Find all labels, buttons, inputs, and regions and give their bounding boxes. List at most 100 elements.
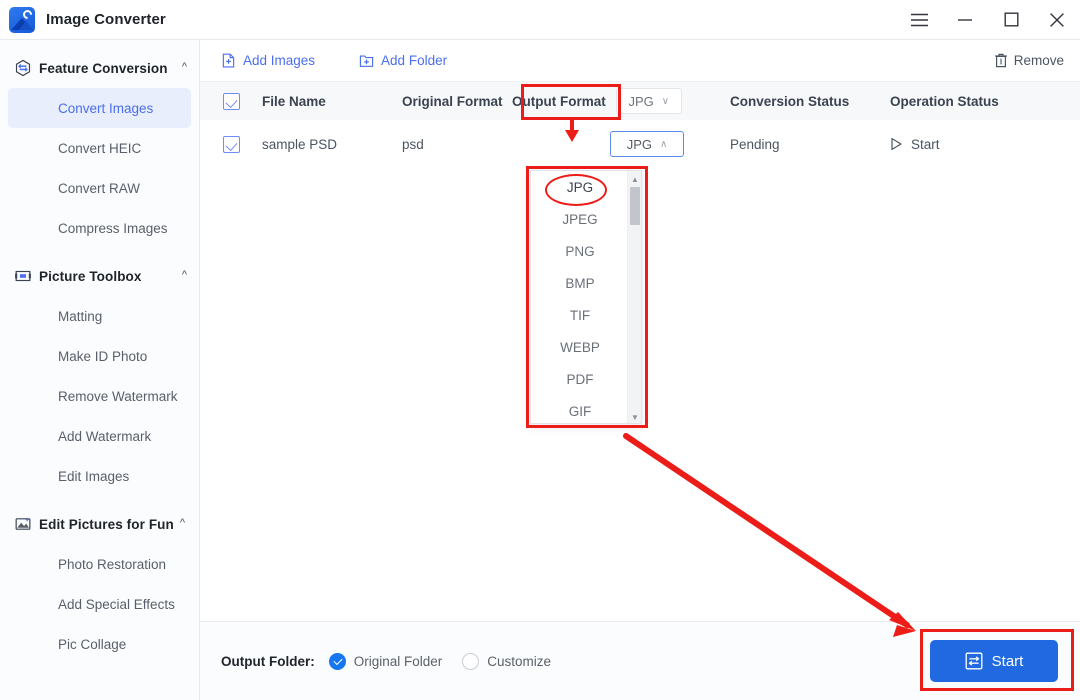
output-option-customize[interactable]: Customize (462, 652, 552, 670)
sidebar-item-label: Remove Watermark (58, 388, 178, 404)
column-header-conversion-status: Conversion Status (730, 93, 850, 109)
close-icon[interactable] (1034, 0, 1080, 40)
radio-selected-icon (328, 652, 346, 670)
sidebar-item-make-id-photo[interactable]: Make ID Photo (8, 336, 191, 376)
sidebar-item-label: Edit Images (58, 468, 130, 484)
sidebar-item-label: Add Special Effects (58, 596, 175, 612)
scrollbar-thumb[interactable] (630, 187, 640, 225)
minimize-icon[interactable] (942, 0, 988, 40)
sidebar-item-label: Add Watermark (58, 428, 152, 444)
table-row: sample PSD psd JPG ∧ Pending Start (200, 120, 1080, 168)
sidebar-group-label: Picture Toolbox (39, 268, 142, 284)
sidebar-item-label: Make ID Photo (58, 348, 148, 364)
image-converter-logo-icon (9, 6, 35, 33)
remove-label: Remove (1013, 53, 1064, 68)
select-all-checkbox[interactable] (200, 92, 262, 110)
title-bar: Image Converter (0, 0, 1080, 40)
chevron-up-icon: ∧ (659, 138, 668, 150)
start-button[interactable]: Start (930, 640, 1058, 682)
hamburger-menu-icon[interactable] (896, 0, 942, 40)
sidebar-item-matting[interactable]: Matting (8, 296, 191, 336)
scroll-up-arrow-icon[interactable]: ▲ (628, 172, 641, 186)
dropdown-option-jpg[interactable]: JPG (531, 171, 629, 203)
add-images-label: Add Images (243, 53, 316, 68)
sidebar-item-convert-raw[interactable]: Convert RAW (8, 168, 191, 208)
magic-photo-icon (15, 517, 31, 530)
add-folder-label: Add Folder (381, 53, 448, 68)
toolbox-icon (15, 270, 31, 282)
sidebar-item-label: Matting (58, 308, 103, 324)
dropdown-option-bmp[interactable]: BMP (531, 267, 629, 299)
cell-file-name: sample PSD (262, 136, 338, 152)
sidebar-item-add-watermark[interactable]: Add Watermark (8, 416, 191, 456)
chevron-up-icon: ^ (179, 516, 186, 529)
sidebar-item-remove-watermark[interactable]: Remove Watermark (8, 376, 191, 416)
sidebar-item-label: Compress Images (58, 220, 168, 236)
sidebar-group-label: Edit Pictures for Fun (39, 516, 174, 532)
sidebar-item-label: Convert RAW (58, 180, 141, 196)
bottom-bar: Output Folder: Original Folder Customize… (200, 621, 1080, 700)
sidebar-item-compress-images[interactable]: Compress Images (8, 208, 191, 248)
sidebar-item-pic-collage[interactable]: Pic Collage (8, 624, 191, 664)
column-header-file-name: File Name (262, 93, 326, 109)
column-header-output-format: Output Format (512, 93, 606, 109)
dropdown-option-webp[interactable]: WEBP (531, 331, 629, 363)
maximize-icon[interactable] (988, 0, 1034, 40)
add-folder-button[interactable]: Add Folder (359, 53, 447, 68)
scroll-down-arrow-icon[interactable]: ▼ (628, 410, 641, 423)
dropdown-option-pdf[interactable]: PDF (531, 363, 629, 395)
sidebar-item-convert-images[interactable]: Convert Images (8, 88, 191, 128)
start-button-label: Start (991, 652, 1024, 670)
add-images-button[interactable]: Add Images (221, 53, 315, 68)
sidebar-item-label: Photo Restoration (58, 556, 167, 572)
content-toolbar: Add Images Add Folder Remove (200, 40, 1080, 81)
checkbox-checked-icon (222, 135, 240, 153)
cell-original-format: psd (402, 136, 424, 152)
conversion-hex-icon (15, 59, 31, 77)
sidebar-group-feature-conversion[interactable]: Feature Conversion ^ (0, 48, 199, 88)
app-title: Image Converter (46, 11, 166, 28)
dropdown-scrollbar[interactable]: ▲ ▼ (627, 171, 641, 423)
sidebar-item-edit-images[interactable]: Edit Images (8, 456, 191, 496)
cell-output-format: JPG ∧ (512, 131, 712, 157)
global-output-format-value: JPG (628, 93, 654, 109)
add-folder-icon (359, 55, 374, 67)
sidebar-item-convert-heic[interactable]: Convert HEIC (8, 128, 191, 168)
cell-operation-status: Start (890, 137, 1050, 152)
global-output-format-select[interactable]: JPG ∨ (615, 88, 682, 114)
sidebar-item-label: Convert Images (58, 100, 154, 116)
sidebar-item-label: Pic Collage (58, 636, 127, 652)
trash-icon (994, 53, 1007, 68)
radio-unselected-icon (462, 652, 480, 670)
sidebar-item-add-special-effects[interactable]: Add Special Effects (8, 584, 191, 624)
convert-arrows-icon (965, 652, 983, 670)
window-controls (896, 0, 1080, 40)
dropdown-option-jpeg[interactable]: JPEG (531, 203, 629, 235)
sidebar-group-edit-pictures-for-fun[interactable]: Edit Pictures for Fun ^ (0, 504, 199, 544)
chevron-down-icon: ∨ (661, 95, 670, 107)
output-option-label: Original Folder (353, 653, 443, 669)
play-triangle-icon (891, 138, 902, 150)
column-header-output-format-cell: Output Format JPG ∨ (512, 88, 712, 114)
output-folder-label: Output Folder: (221, 653, 315, 669)
sidebar: Feature Conversion ^ Convert Images Conv… (0, 40, 200, 700)
sidebar-group-label: Feature Conversion (39, 60, 168, 76)
output-format-dropdown[interactable]: JPG JPEG PNG BMP TIF WEBP PDF GIF ▲ ▼ (530, 170, 642, 424)
start-row-label: Start (911, 136, 940, 152)
cell-conversion-status: Pending (730, 136, 780, 152)
output-option-original-folder[interactable]: Original Folder (328, 652, 443, 670)
chevron-up-icon: ^ (181, 268, 187, 281)
table-header-row: File Name Original Format Output Format … (200, 81, 1080, 120)
app-window: Image Converter Feature Conversion ^ Con… (0, 0, 1080, 700)
sidebar-group-picture-toolbox[interactable]: Picture Toolbox ^ (0, 256, 199, 296)
row-checkbox[interactable] (200, 135, 262, 153)
dropdown-option-png[interactable]: PNG (531, 235, 629, 267)
dropdown-option-gif[interactable]: GIF (531, 395, 629, 423)
output-option-label: Customize (487, 653, 552, 669)
remove-button[interactable]: Remove (994, 53, 1064, 68)
sidebar-item-photo-restoration[interactable]: Photo Restoration (8, 544, 191, 584)
add-file-icon (222, 53, 235, 68)
dropdown-option-tif[interactable]: TIF (531, 299, 629, 331)
row-output-format-select[interactable]: JPG ∧ (610, 131, 684, 157)
column-header-operation-status: Operation Status (890, 93, 999, 109)
